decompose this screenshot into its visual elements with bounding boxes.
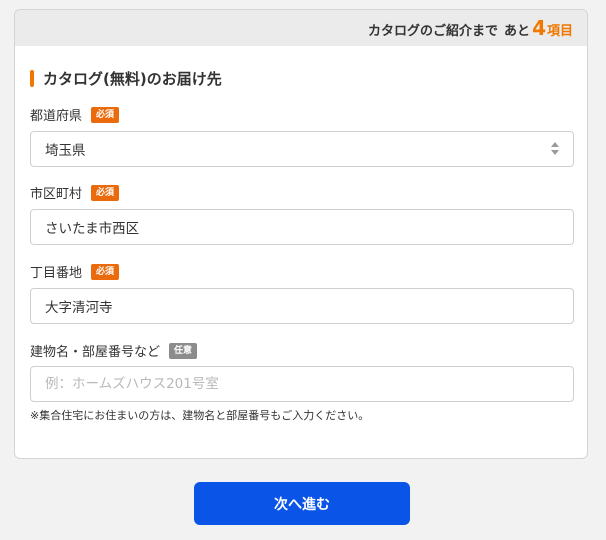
progress-unit: 項目: [546, 24, 573, 39]
section-heading: カタログ(無料)のお届け先: [30, 68, 222, 89]
prefecture-select[interactable]: 埼玉県: [30, 131, 574, 167]
address-label-text: 丁目番地: [30, 266, 83, 281]
required-badge: 必須: [91, 184, 120, 201]
prefecture-value: 埼玉県: [45, 143, 86, 159]
prefecture-label: 都道府県 必須: [30, 105, 120, 124]
next-button[interactable]: 次へ進む: [194, 482, 410, 525]
address-label: 丁目番地 必須: [30, 262, 120, 281]
section-title: カタログ(無料)のお届け先: [43, 70, 222, 88]
building-label-text: 建物名・部屋番号など: [30, 345, 161, 360]
building-field[interactable]: [30, 366, 574, 402]
address-form-card: カタログのご紹介まで あと 4 項目 カタログ(無料)のお届け先 都道府県 必須…: [14, 9, 588, 459]
section-accent-bar: [30, 70, 34, 87]
address-field[interactable]: [30, 288, 574, 324]
required-badge: 必須: [91, 263, 120, 280]
required-badge: 必須: [91, 106, 120, 123]
updown-arrows-icon: [551, 142, 559, 155]
progress-header: カタログのご紹介まで あと 4 項目: [15, 10, 587, 46]
prefecture-label-text: 都道府県: [30, 109, 83, 124]
building-label: 建物名・部屋番号など 任意: [30, 341, 198, 360]
building-note: ※集合住宅にお住まいの方は、建物名と部屋番号もご入力ください。: [30, 409, 370, 422]
progress-prefix: カタログのご紹介まで: [368, 24, 499, 39]
building-input[interactable]: [45, 376, 559, 392]
city-input[interactable]: [45, 219, 559, 235]
city-label-text: 市区町村: [30, 187, 83, 202]
city-field[interactable]: [30, 209, 574, 245]
progress-indicator: カタログのご紹介まで あと 4 項目: [368, 16, 573, 40]
address-input[interactable]: [45, 298, 559, 314]
progress-middle: あと: [504, 24, 531, 39]
optional-badge: 任意: [169, 342, 198, 359]
remaining-count: 4: [532, 16, 546, 40]
city-label: 市区町村 必須: [30, 183, 120, 202]
